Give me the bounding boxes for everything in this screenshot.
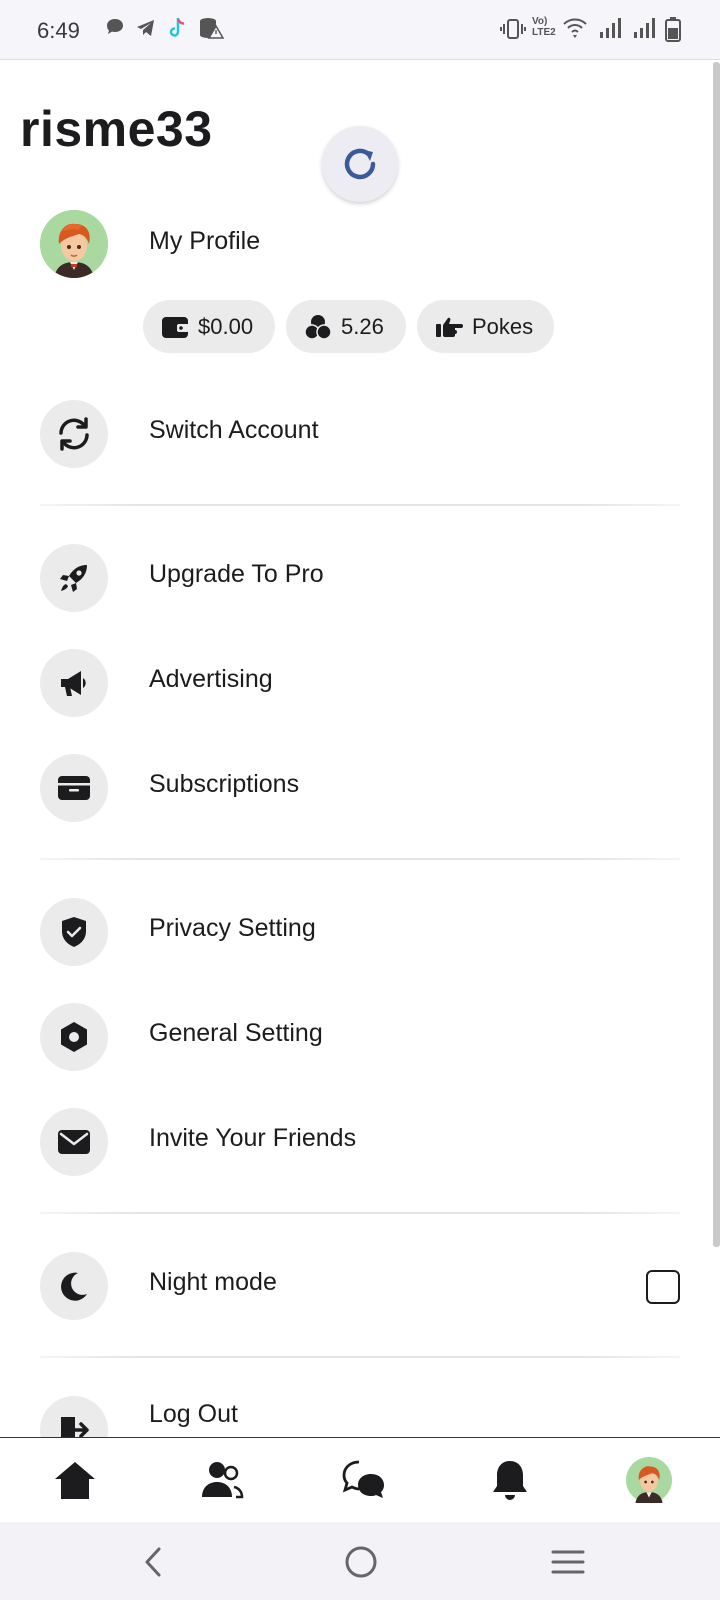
- shield-check-icon: [40, 898, 108, 966]
- avatar: [40, 210, 108, 278]
- invite-friends-label: Invite Your Friends: [149, 1124, 357, 1152]
- advertising-label: Advertising: [149, 665, 273, 693]
- friends-icon: [202, 1462, 244, 1499]
- profile-nav-button[interactable]: [621, 1452, 677, 1508]
- divider: [40, 504, 680, 506]
- database-warning-icon: [198, 16, 225, 42]
- upgrade-to-pro-label: Upgrade To Pro: [149, 560, 324, 588]
- wallet-chip[interactable]: $0.00: [143, 300, 275, 353]
- battery-icon: [664, 16, 682, 44]
- points-icon: [304, 314, 332, 340]
- my-profile-label: My Profile: [149, 227, 261, 255]
- home-system-button[interactable]: [339, 1540, 383, 1584]
- messages-icon: [342, 1460, 384, 1498]
- profile-avatar: [626, 1457, 672, 1503]
- privacy-setting-label: Privacy Setting: [149, 914, 316, 942]
- refresh-icon: [344, 148, 376, 180]
- vibrate-icon: [500, 16, 526, 44]
- divider: [40, 1356, 680, 1358]
- signal-icon: [598, 16, 622, 44]
- subscriptions-icon: [40, 754, 108, 822]
- poke-hand-icon: [436, 317, 463, 337]
- wallet-icon: [162, 316, 189, 338]
- bottom-nav: [0, 1437, 720, 1522]
- wifi-icon: [562, 16, 588, 44]
- night-mode-label: Night mode: [149, 1268, 277, 1296]
- back-button[interactable]: [132, 1540, 176, 1584]
- home-circle-icon: [345, 1546, 377, 1578]
- moon-icon: [40, 1252, 108, 1320]
- scrollbar[interactable]: [713, 62, 720, 1247]
- back-icon: [145, 1547, 161, 1577]
- page-title: risme33: [20, 101, 213, 157]
- subscriptions-label: Subscriptions: [149, 770, 300, 798]
- refresh-button[interactable]: [322, 126, 398, 202]
- log-out-label: Log Out: [149, 1400, 238, 1428]
- chat-bubble-icon: [104, 16, 130, 42]
- notifications-nav-button[interactable]: [482, 1452, 538, 1508]
- home-icon: [55, 1462, 95, 1499]
- switch-account-label: Switch Account: [149, 416, 319, 444]
- telegram-icon: [134, 16, 160, 42]
- friends-nav-button[interactable]: [194, 1452, 250, 1508]
- divider: [40, 1212, 680, 1214]
- tiktok-icon: [166, 16, 192, 42]
- wallet-balance: $0.00: [198, 313, 254, 339]
- gear-icon: [40, 1003, 108, 1071]
- home-nav-button[interactable]: [47, 1452, 103, 1508]
- messages-nav-button[interactable]: [336, 1452, 392, 1508]
- recents-button[interactable]: [546, 1540, 590, 1584]
- night-mode-checkbox[interactable]: [646, 1270, 680, 1304]
- recents-icon: [551, 1550, 585, 1574]
- envelope-icon: [40, 1108, 108, 1176]
- logout-icon: [40, 1396, 108, 1437]
- switch-account-icon: [40, 400, 108, 468]
- divider: [40, 858, 680, 860]
- system-nav: [0, 1522, 720, 1600]
- notifications-icon: [493, 1461, 527, 1500]
- points-value: 5.26: [341, 313, 384, 339]
- log-out-row[interactable]: Log Out: [0, 1380, 720, 1437]
- status-bar: 6:49 Vo) LTE2: [0, 0, 720, 60]
- rocket-icon: [40, 544, 108, 612]
- signal-icon: [632, 16, 656, 44]
- megaphone-icon: [40, 649, 108, 717]
- status-time: 6:49: [37, 18, 80, 43]
- volte-icon: Vo) LTE2: [532, 16, 556, 38]
- points-chip[interactable]: 5.26: [286, 300, 406, 353]
- general-setting-label: General Setting: [149, 1019, 323, 1047]
- pokes-label: Pokes: [472, 313, 534, 339]
- pokes-chip[interactable]: Pokes: [417, 300, 554, 353]
